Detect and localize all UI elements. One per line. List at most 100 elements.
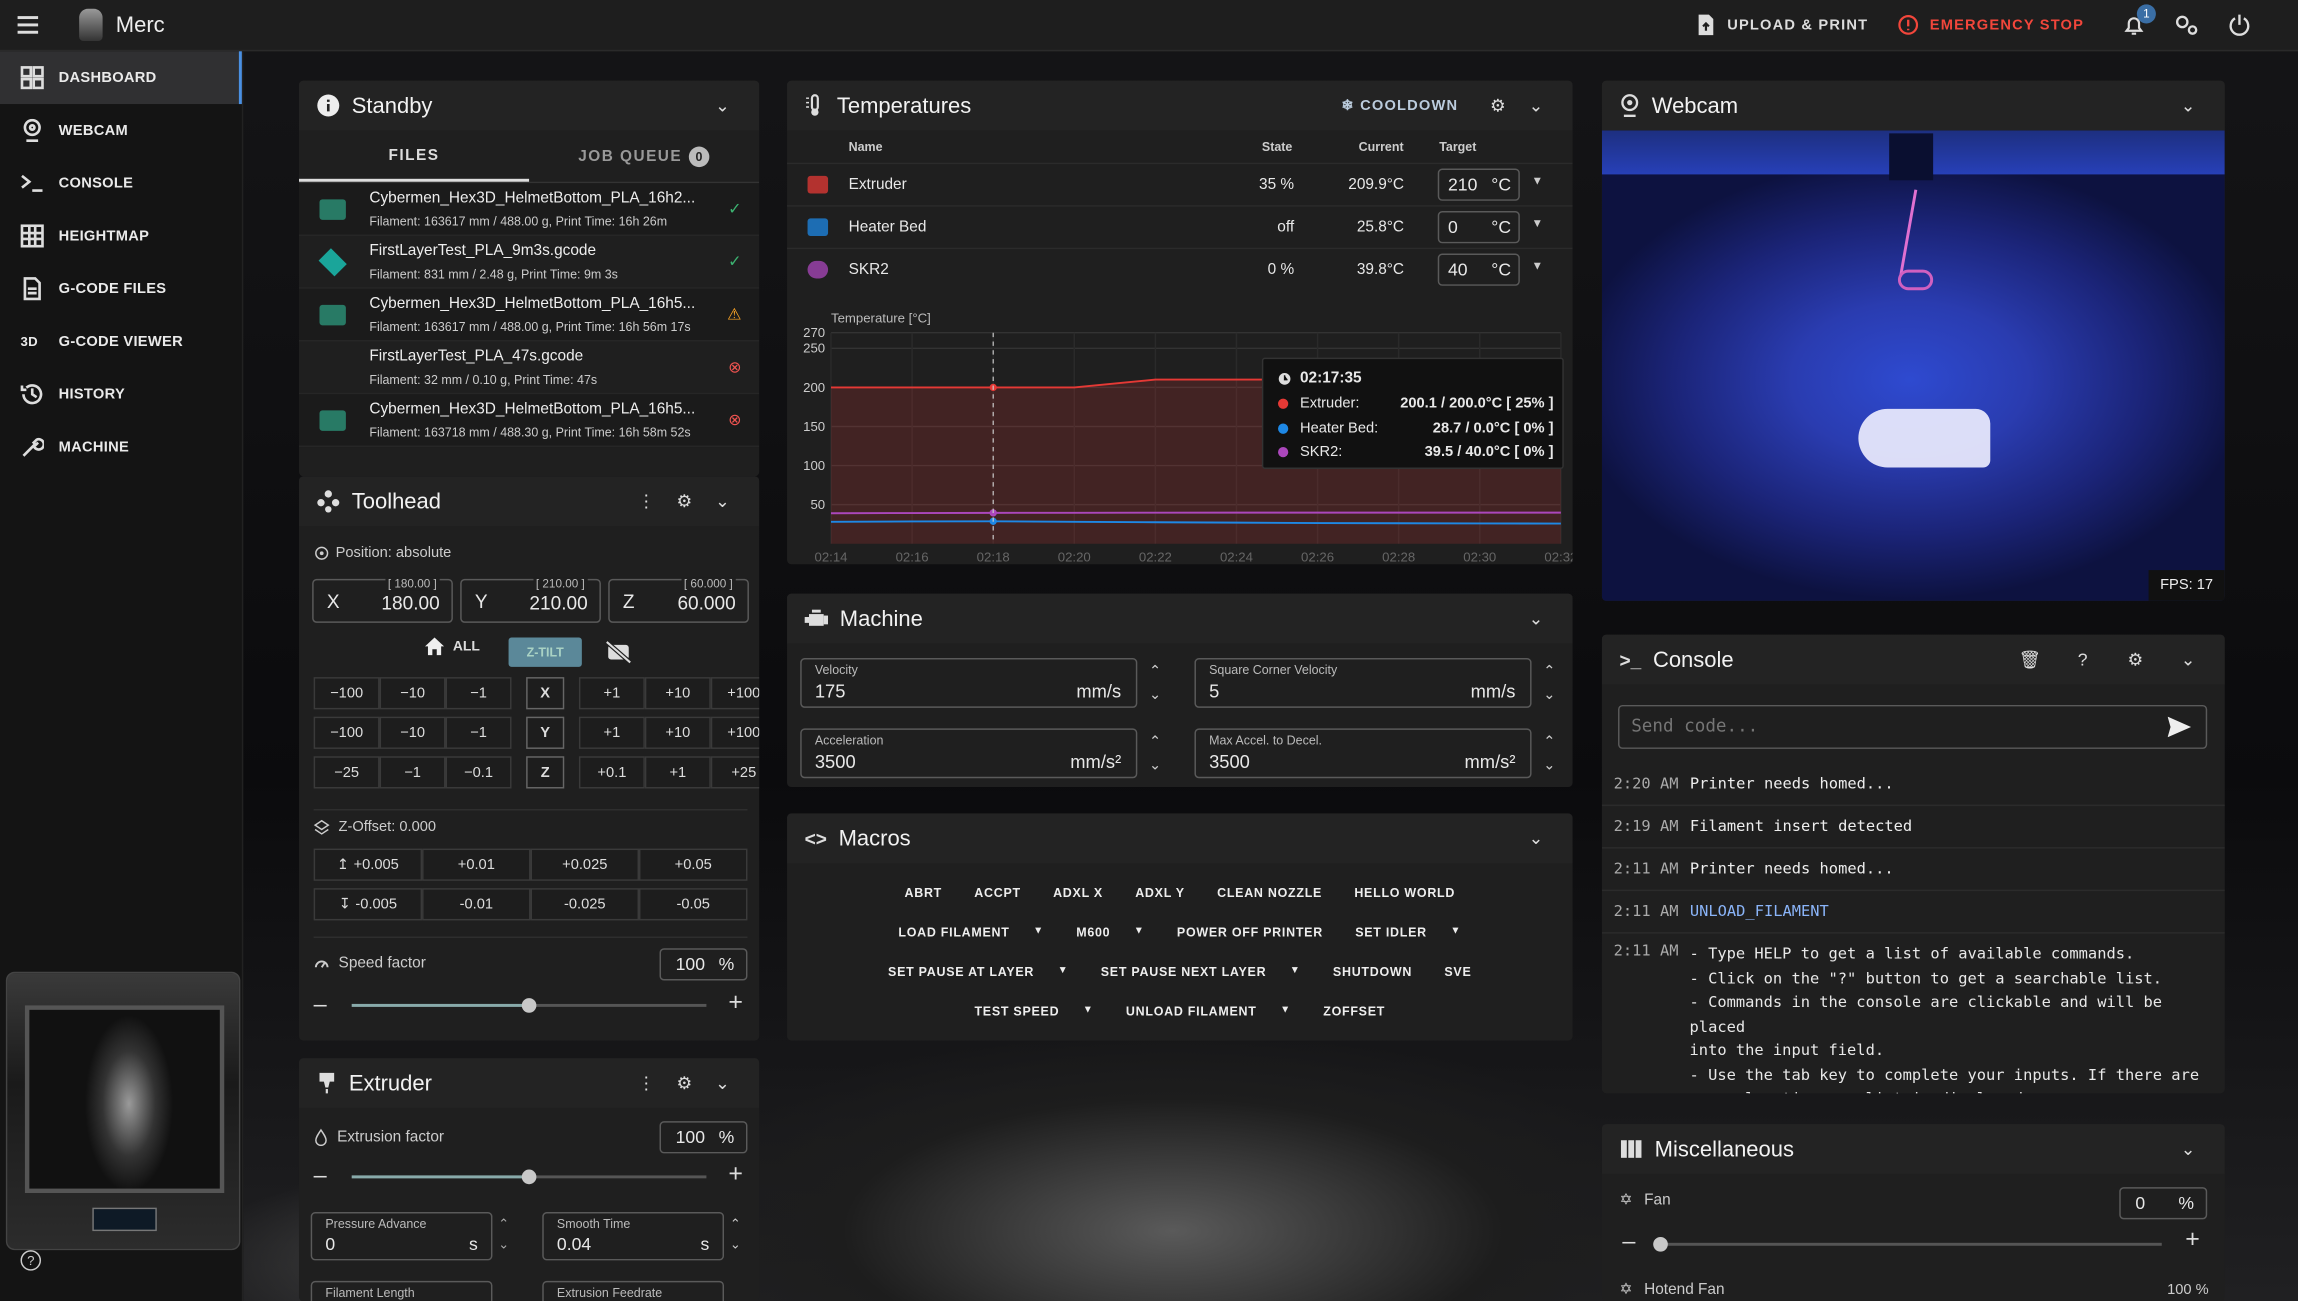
sidebar-item-g-code-files[interactable]: G-CODE FILES — [0, 262, 242, 315]
gear-icon[interactable]: ⚙ — [665, 1073, 703, 1094]
macro-button[interactable]: CLEAN NOZZLE — [1204, 877, 1335, 906]
macro-button[interactable]: TEST SPEED ▼ — [961, 996, 1107, 1025]
jog-button[interactable]: +10 — [644, 677, 711, 710]
heater-target-input[interactable]: 40 °C — [1437, 253, 1520, 286]
stepper-icon[interactable]: ⌃ — [1149, 731, 1161, 753]
heater-target-input[interactable]: 210 °C — [1437, 168, 1520, 201]
macro-button[interactable]: ABRT — [891, 877, 955, 906]
fan-input[interactable]: 0 % — [2119, 1187, 2208, 1220]
dropdown-icon[interactable]: ▼ — [1083, 1005, 1094, 1015]
stepper-icon[interactable]: ⌄ — [1543, 684, 1555, 706]
z-offset-button[interactable]: ↥ +0.005 — [313, 848, 423, 881]
extrusion-factor-input[interactable]: 100 % — [659, 1121, 748, 1154]
sidebar-item-console[interactable]: CONSOLE — [0, 157, 242, 210]
jog-button[interactable]: −1 — [445, 716, 512, 749]
position-z-input[interactable]: Z [ 60.000 ] 60.000 — [608, 577, 749, 623]
stepper-icon[interactable]: ⌃ — [1543, 731, 1555, 753]
jog-button[interactable]: +100 — [710, 716, 760, 749]
pressure-advance-stepper[interactable]: ⌃ ⌄ — [498, 1214, 509, 1255]
dropdown-icon[interactable]: ▼ — [1058, 966, 1069, 976]
extrusion-slider[interactable] — [351, 1169, 707, 1185]
machine-velocity-input[interactable]: Velocity 175 mm/s — [800, 658, 1138, 708]
machine-max-accel-to-decel--input[interactable]: Max Accel. to Decel. 3500 mm/s² — [1194, 728, 1532, 779]
z-tilt-button[interactable]: Z-TILT — [508, 637, 582, 667]
z-offset-button[interactable]: +0.025 — [530, 848, 640, 881]
speed-slider[interactable] — [351, 998, 707, 1013]
filament-length-input[interactable]: Filament Length — [310, 1280, 493, 1301]
help-icon[interactable]: ? — [20, 1250, 42, 1271]
cooldown-button[interactable]: ❄ COOLDOWN — [1341, 97, 1458, 113]
macro-button[interactable]: POWER OFF PRINTER — [1164, 917, 1336, 946]
extrusion-feedrate-input[interactable]: Extrusion Feedrate — [542, 1280, 725, 1301]
stepper-icon[interactable]: ⌃ — [1149, 661, 1161, 683]
file-row[interactable]: Cybermen_Hex3D_HelmetBottom_PLA_16h5... F… — [298, 288, 760, 342]
file-row[interactable]: Cybermen_Hex3D_HelmetBottom_PLA_16h2... F… — [298, 183, 760, 236]
machine-acceleration-input[interactable]: Acceleration 3500 mm/s² — [800, 728, 1138, 779]
gear-icon[interactable]: ⚙ — [1479, 95, 1517, 116]
file-row[interactable]: FirstLayerTest_PLA_47s.gcode Filament: 32… — [298, 341, 760, 395]
speed-plus-button[interactable]: + — [728, 988, 743, 1017]
collapse-icon[interactable]: ⌄ — [2169, 1139, 2207, 1160]
sidebar-item-history[interactable]: HISTORY — [0, 368, 242, 421]
home-all-button[interactable]: ALL — [424, 636, 480, 657]
machine-square-corner-velocity-input[interactable]: Square Corner Velocity 5 mm/s — [1194, 658, 1532, 708]
z-offset-button[interactable]: ↧ -0.005 — [313, 888, 423, 921]
extrusion-minus-button[interactable]: – — [314, 1164, 327, 1190]
jog-button[interactable]: +1 — [644, 756, 711, 789]
stepper-icon[interactable]: ⌄ — [1543, 755, 1555, 777]
macro-button[interactable]: ACCPT — [961, 877, 1034, 906]
console-input[interactable] — [1618, 704, 2208, 749]
home-y-button[interactable]: Y — [526, 716, 565, 749]
jog-button[interactable]: −0.1 — [445, 756, 512, 789]
z-offset-button[interactable]: +0.05 — [639, 848, 748, 881]
more-options-icon[interactable]: ⋮ — [627, 1073, 665, 1094]
dropdown-icon[interactable]: ▼ — [1280, 1005, 1291, 1015]
dropdown-icon[interactable]: ▼ — [1290, 966, 1301, 976]
dropdown-icon[interactable]: ▼ — [1450, 926, 1461, 936]
sidebar-item-webcam[interactable]: WEBCAM — [0, 104, 242, 157]
jog-button[interactable]: −25 — [313, 756, 380, 789]
macro-button[interactable]: SVE — [1431, 956, 1485, 985]
send-icon[interactable] — [2167, 716, 2192, 738]
more-options-icon[interactable]: ⋮ — [627, 491, 665, 512]
jog-button[interactable]: −100 — [313, 716, 380, 749]
macro-button[interactable]: SET IDLER ▼ — [1342, 917, 1474, 946]
jog-button[interactable]: +1 — [578, 716, 645, 749]
fan-plus-button[interactable]: + — [2185, 1225, 2200, 1254]
gear-icon[interactable]: ⚙ — [2116, 649, 2154, 670]
help-icon[interactable]: ? — [2064, 649, 2102, 670]
sidebar-item-heightmap[interactable]: HEIGHTMAP — [0, 210, 242, 263]
trash-icon[interactable]: 🗑 — [2011, 649, 2049, 670]
z-offset-button[interactable]: -0.05 — [639, 888, 748, 921]
pressure-advance-input[interactable]: Pressure Advance 0 s — [310, 1212, 493, 1261]
macro-button[interactable]: UNLOAD FILAMENT ▼ — [1113, 996, 1304, 1025]
collapse-icon[interactable]: ⌄ — [703, 1073, 741, 1094]
collapse-icon[interactable]: ⌄ — [1517, 95, 1555, 116]
collapse-icon[interactable]: ⌄ — [2169, 95, 2207, 116]
gear-icon[interactable]: ⚙ — [665, 491, 703, 512]
jog-button[interactable]: −10 — [379, 677, 446, 710]
file-row[interactable]: FirstLayerTest_PLA_9m3s.gcode Filament: 8… — [298, 236, 760, 289]
position-x-input[interactable]: X [ 180.00 ] 180.00 — [312, 577, 453, 623]
jog-button[interactable]: −100 — [313, 677, 380, 710]
jog-button[interactable]: +0.1 — [578, 756, 645, 789]
preset-dropdown-icon[interactable]: ▼ — [1532, 174, 1544, 187]
macro-button[interactable]: ADXL Y — [1122, 877, 1198, 906]
sidebar-item-machine[interactable]: MACHINE — [0, 421, 242, 474]
preset-dropdown-icon[interactable]: ▼ — [1532, 259, 1544, 272]
stepper-icon[interactable]: ⌄ — [1149, 684, 1161, 706]
jog-button[interactable]: +25 — [710, 756, 760, 789]
macro-button[interactable]: SET PAUSE AT LAYER ▼ — [875, 956, 1082, 985]
settings-button[interactable] — [2160, 13, 2213, 36]
jog-button[interactable]: +1 — [578, 677, 645, 710]
fan-minus-button[interactable]: – — [1622, 1230, 1635, 1256]
speed-minus-button[interactable]: – — [314, 992, 327, 1018]
stepper-icon[interactable]: ⌄ — [1149, 755, 1161, 777]
home-x-button[interactable]: X — [526, 677, 565, 710]
macro-button[interactable]: HELLO WORLD — [1341, 877, 1468, 906]
jog-button[interactable]: −10 — [379, 716, 446, 749]
tab-job-queue[interactable]: JOB QUEUE 0 — [529, 130, 759, 181]
dropdown-icon[interactable]: ▼ — [1033, 926, 1044, 936]
heater-target-input[interactable]: 0 °C — [1437, 211, 1520, 244]
tab-files[interactable]: FILES — [298, 130, 530, 182]
